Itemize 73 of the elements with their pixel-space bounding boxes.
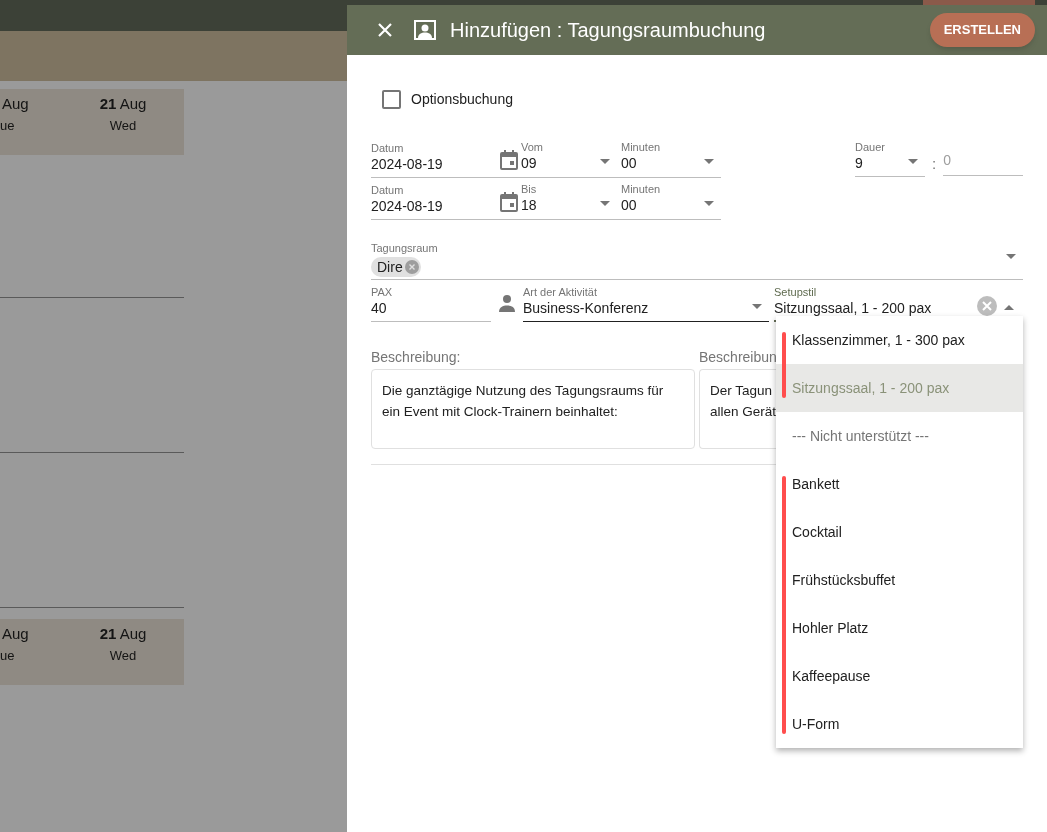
field-value: 18 xyxy=(521,196,538,214)
day-weekday: ue xyxy=(0,117,15,135)
caret-up-icon[interactable] xyxy=(1004,305,1014,310)
day-date: 21 Aug xyxy=(99,94,147,114)
caret-down-icon[interactable] xyxy=(704,201,714,206)
field-label: Minuten xyxy=(621,183,662,196)
field-value: Business-Konferenz xyxy=(523,299,650,317)
date-field[interactable]: Datum 2024-08-19 xyxy=(371,142,497,177)
dropdown-option[interactable]: Bankett xyxy=(776,460,1023,508)
caret-down-icon[interactable] xyxy=(600,201,610,206)
description-text: Der Tagun xyxy=(710,382,774,400)
hour-select[interactable]: Bis 18 xyxy=(521,183,617,219)
field-label: Dauer xyxy=(855,141,886,154)
pax-field[interactable]: PAX 40 xyxy=(371,286,491,322)
description-label: Beschreibun xyxy=(699,348,777,366)
activity-select[interactable]: Art der Aktivität Business-Konferenz xyxy=(523,286,769,322)
field-label: Vom xyxy=(521,141,544,154)
field-label: Art der Aktivität xyxy=(523,286,598,299)
dialog-title: Hinzufügen : Tagungsraumbuchung xyxy=(450,18,767,43)
close-icon[interactable] xyxy=(377,22,393,38)
caret-down-icon[interactable] xyxy=(600,159,610,164)
day-weekday: Wed xyxy=(109,117,137,135)
room-chip[interactable]: Dire xyxy=(371,257,421,277)
date-field[interactable]: Datum 2024-08-19 xyxy=(371,184,497,219)
day-weekday: ue xyxy=(0,647,15,665)
dropdown-option[interactable]: Cocktail xyxy=(776,508,1023,556)
description-text: ein Event mit Clock-Trainern beinhaltet: xyxy=(382,403,619,421)
day-date: 21 Aug xyxy=(99,624,147,644)
field-label: Datum xyxy=(371,184,405,197)
field-value: 00 xyxy=(621,196,638,214)
description-field[interactable]: Die ganztägige Nutzung des Tagungsraums für ein Event mit Clock-Trainern beinhaltet: xyxy=(371,369,695,449)
dropdown-option[interactable]: Kaffeepause xyxy=(776,652,1023,700)
minute-select[interactable]: Minuten 00 xyxy=(621,183,721,219)
dropdown-option[interactable]: Frühstücksbuffet xyxy=(776,556,1023,604)
day-weekday: Wed xyxy=(109,647,137,665)
field-value: 40 xyxy=(371,299,388,317)
field-label: Setupstil xyxy=(774,286,818,299)
field-label: PAX xyxy=(371,286,394,299)
time-separator: : xyxy=(932,154,937,174)
caret-down-icon[interactable] xyxy=(1006,254,1016,259)
field-value: 9 xyxy=(855,154,864,172)
field-value: 00 xyxy=(621,154,638,172)
dropdown-option[interactable]: U-Form xyxy=(776,700,1023,748)
description-text: allen Gerät xyxy=(710,403,777,421)
description-label: Beschreibung: xyxy=(371,348,462,366)
checkbox[interactable] xyxy=(382,90,401,109)
person-icon xyxy=(498,294,516,312)
dropdown-option[interactable]: Hohler Platz xyxy=(776,604,1023,652)
create-button[interactable]: ERSTELLEN xyxy=(929,13,1035,47)
field-value: 2024-08-19 xyxy=(371,197,444,215)
caret-down-icon[interactable] xyxy=(752,304,762,309)
field-value: 09 xyxy=(521,154,538,172)
field-label: Bis xyxy=(521,183,538,196)
day-date: Aug xyxy=(2,624,29,644)
field-label: Tagungsraum xyxy=(371,242,439,255)
checkbox-label: Optionsbuchung xyxy=(411,90,513,109)
hour-select[interactable]: Vom 09 xyxy=(521,141,617,177)
field-label: Minuten xyxy=(621,141,662,154)
field-value: 2024-08-19 xyxy=(371,155,444,173)
minute-select[interactable]: Minuten 00 xyxy=(621,141,721,177)
contact-card-icon xyxy=(414,20,436,40)
description-text: Die ganztägige Nutzung des Tagungsraums für xyxy=(382,382,665,400)
day-date: Aug xyxy=(2,94,29,114)
room-select[interactable]: Tagungsraum Dire xyxy=(371,242,1023,280)
field-value: 0 xyxy=(943,151,951,170)
caret-down-icon[interactable] xyxy=(908,159,918,164)
duration-hours-select[interactable]: Dauer 9 xyxy=(855,141,925,177)
caret-down-icon[interactable] xyxy=(704,159,714,164)
calendar-icon[interactable] xyxy=(499,149,519,171)
field-value: Sitzungssaal, 1 - 200 pax xyxy=(774,299,933,317)
calendar-icon[interactable] xyxy=(499,191,519,213)
field-label: Datum xyxy=(371,142,405,155)
group-header: --- Nicht unterstützt --- xyxy=(791,426,930,446)
